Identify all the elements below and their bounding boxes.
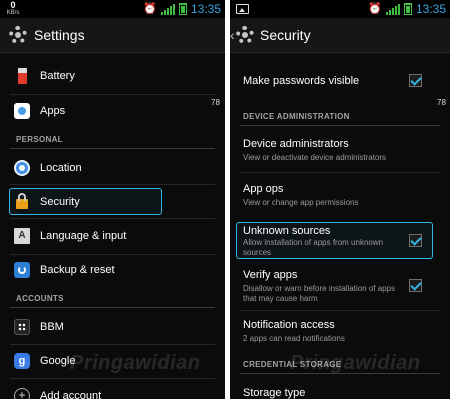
- setting-label: Unknown sources: [243, 225, 331, 237]
- alarm-icon: ⏰: [143, 3, 157, 15]
- setting-label: Notification access: [243, 319, 335, 331]
- clock: 13:35: [415, 2, 446, 16]
- settings-item-battery[interactable]: Battery: [0, 62, 225, 90]
- signal-icon: [385, 3, 400, 15]
- setting-summary: View or change app permissions: [243, 198, 359, 207]
- settings-item-label: Apps: [40, 105, 66, 117]
- settings-item-language[interactable]: A Language & input: [0, 222, 225, 252]
- signal-icon: [160, 3, 175, 15]
- setting-summary: Allow installation of apps from unknown …: [243, 238, 384, 257]
- setting-app-ops[interactable]: App ops View or change app permissions: [230, 178, 450, 212]
- settings-item-label: BBM: [40, 321, 64, 333]
- status-bar: ⏰ 13:35: [230, 0, 450, 18]
- setting-unknown-sources[interactable]: Unknown sources Allow installation of ap…: [230, 222, 450, 259]
- alarm-icon: ⏰: [368, 3, 382, 15]
- action-bar: Settings: [0, 18, 225, 53]
- settings-item-bbm[interactable]: BBM: [0, 312, 225, 342]
- network-speed: 0 KB/s: [6, 1, 20, 17]
- setting-make-passwords-visible[interactable]: Make passwords visible: [230, 66, 450, 98]
- settings-screen: 0 KB/s ⏰ 13:35 Settings Battery Apps PER…: [0, 0, 225, 399]
- apps-icon: [14, 103, 30, 119]
- back-chevron-icon[interactable]: ‹: [230, 26, 235, 44]
- unknown-sources-checkbox[interactable]: [409, 234, 422, 247]
- side-number: 78: [437, 98, 446, 107]
- location-icon: [14, 160, 30, 176]
- settings-item-location[interactable]: Location: [0, 153, 225, 183]
- settings-item-label: Location: [40, 162, 82, 174]
- network-speed-value: 0: [10, 0, 16, 10]
- page-title: Security: [260, 27, 311, 43]
- settings-item-add-account[interactable]: + Add account: [0, 382, 225, 399]
- status-bar: 0 KB/s ⏰ 13:35: [0, 0, 225, 18]
- settings-item-security[interactable]: Security: [0, 188, 225, 215]
- image-notification-icon: [236, 4, 249, 14]
- setting-summary: 2 apps can read notifications: [243, 334, 345, 343]
- verify-apps-checkbox[interactable]: [409, 279, 422, 292]
- language-icon: A: [14, 228, 30, 244]
- setting-device-administrators[interactable]: Device administrators View or deactivate…: [230, 134, 450, 168]
- setting-label: Verify apps: [243, 269, 298, 281]
- clock: 13:35: [190, 2, 221, 16]
- section-header-personal: PERSONAL: [16, 135, 63, 144]
- watermark: Pringawidian: [70, 352, 201, 374]
- setting-verify-apps[interactable]: Verify apps Disallow or warn before inst…: [230, 266, 450, 306]
- setting-storage-type[interactable]: Storage type: [230, 380, 450, 399]
- settings-item-label: Backup & reset: [40, 264, 115, 276]
- battery-status-icon: [403, 3, 412, 15]
- bbm-icon: [14, 319, 30, 335]
- section-header-device-admin: DEVICE ADMINISTRATION: [243, 112, 350, 121]
- setting-label: Storage type: [243, 387, 306, 399]
- settings-item-label: Add account: [40, 390, 102, 399]
- security-screen: ⏰ 13:35 ‹ Security Make passwords visibl…: [230, 0, 450, 399]
- settings-gear-icon[interactable]: [236, 26, 254, 44]
- passwords-visible-checkbox[interactable]: [409, 74, 422, 87]
- network-speed-unit: KB/s: [6, 10, 20, 16]
- settings-item-apps[interactable]: Apps: [0, 96, 225, 126]
- settings-item-label: Security: [40, 196, 80, 208]
- settings-item-label: Language & input: [40, 230, 127, 242]
- setting-notification-access[interactable]: Notification access 2 apps can read noti…: [230, 314, 450, 348]
- lock-icon: [16, 193, 28, 209]
- setting-summary: Disallow or warn before installation of …: [243, 284, 396, 303]
- action-bar: ‹ Security: [230, 18, 450, 53]
- battery-icon: [18, 68, 27, 84]
- setting-label: Make passwords visible: [243, 75, 360, 87]
- setting-summary: View or deactivate device administrators: [243, 153, 387, 162]
- settings-item-backup[interactable]: Backup & reset: [0, 256, 225, 286]
- watermark: Pringawidian: [290, 352, 421, 374]
- setting-label: App ops: [243, 183, 284, 195]
- backup-icon: [14, 262, 30, 278]
- google-icon: g: [14, 353, 30, 369]
- settings-gear-icon[interactable]: [9, 26, 27, 44]
- side-number: 78: [211, 98, 220, 107]
- page-title: Settings: [34, 27, 85, 43]
- settings-item-label: Battery: [40, 70, 75, 82]
- section-header-accounts: ACCOUNTS: [16, 294, 64, 303]
- setting-label: Device administrators: [243, 138, 349, 150]
- add-icon: +: [14, 388, 30, 399]
- battery-status-icon: [178, 3, 187, 15]
